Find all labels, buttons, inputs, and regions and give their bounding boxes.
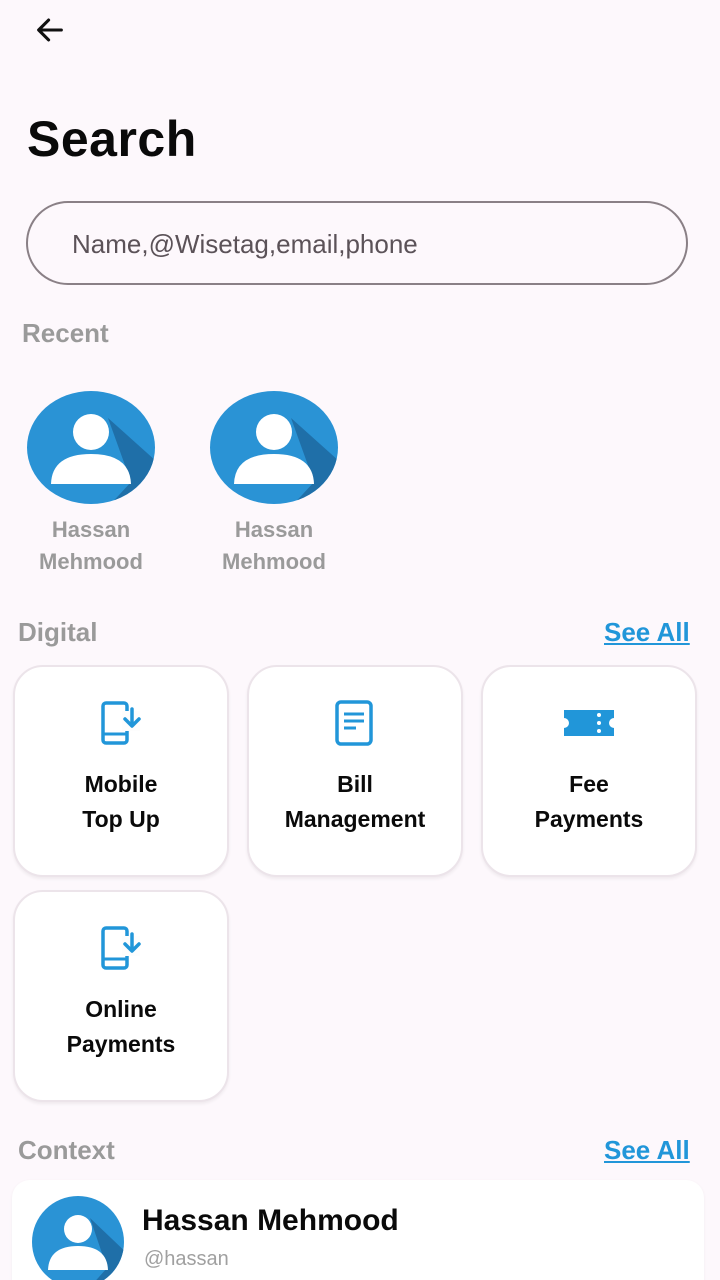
recent-section-label: Recent (22, 318, 109, 348)
tile-bill-management[interactable]: Bill Management (247, 665, 463, 877)
tile-fee-payments[interactable]: Fee Payments (481, 665, 697, 877)
tile-label: Bill Management (284, 771, 426, 832)
arrow-left-icon (37, 18, 63, 42)
context-contact-name: Hassan Mehmood (142, 1204, 399, 1237)
tile-label: Online Payments (66, 996, 176, 1057)
search-input[interactable] (70, 203, 664, 285)
mobile-download-icon (101, 926, 141, 970)
recent-contact-1[interactable]: Hassan Mehmood (16, 390, 166, 578)
ticket-icon (564, 710, 614, 736)
page-title: Search (27, 111, 197, 167)
document-icon (335, 700, 373, 746)
search-field-container[interactable] (26, 201, 688, 285)
recent-contact-name: Hassan Mehmood (39, 517, 143, 574)
recent-contact-2[interactable]: Hassan Mehmood (199, 390, 349, 578)
digital-see-all-link[interactable]: See All (604, 617, 690, 648)
context-contact-card[interactable]: Hassan Mehmood @hassan (12, 1180, 704, 1280)
context-section-label: Context (18, 1135, 115, 1165)
tile-online-payments[interactable]: Online Payments (13, 890, 229, 1102)
tile-mobile-top-up[interactable]: Mobile Top Up (13, 665, 229, 877)
context-contact-handle: @hassan (144, 1248, 229, 1270)
user-avatar-icon (210, 391, 338, 504)
user-avatar-icon (32, 1196, 124, 1280)
context-see-all-link[interactable]: See All (604, 1135, 690, 1166)
digital-section-label: Digital (18, 617, 98, 647)
tile-label: Mobile Top Up (82, 771, 160, 832)
recent-contact-name: Hassan Mehmood (222, 517, 326, 574)
tile-label: Fee Payments (534, 771, 644, 832)
search-screen: Search Recent Hassan Mehmood H (0, 0, 720, 1280)
user-avatar-icon (27, 391, 155, 504)
back-button[interactable] (30, 10, 70, 50)
mobile-download-icon (101, 701, 141, 745)
